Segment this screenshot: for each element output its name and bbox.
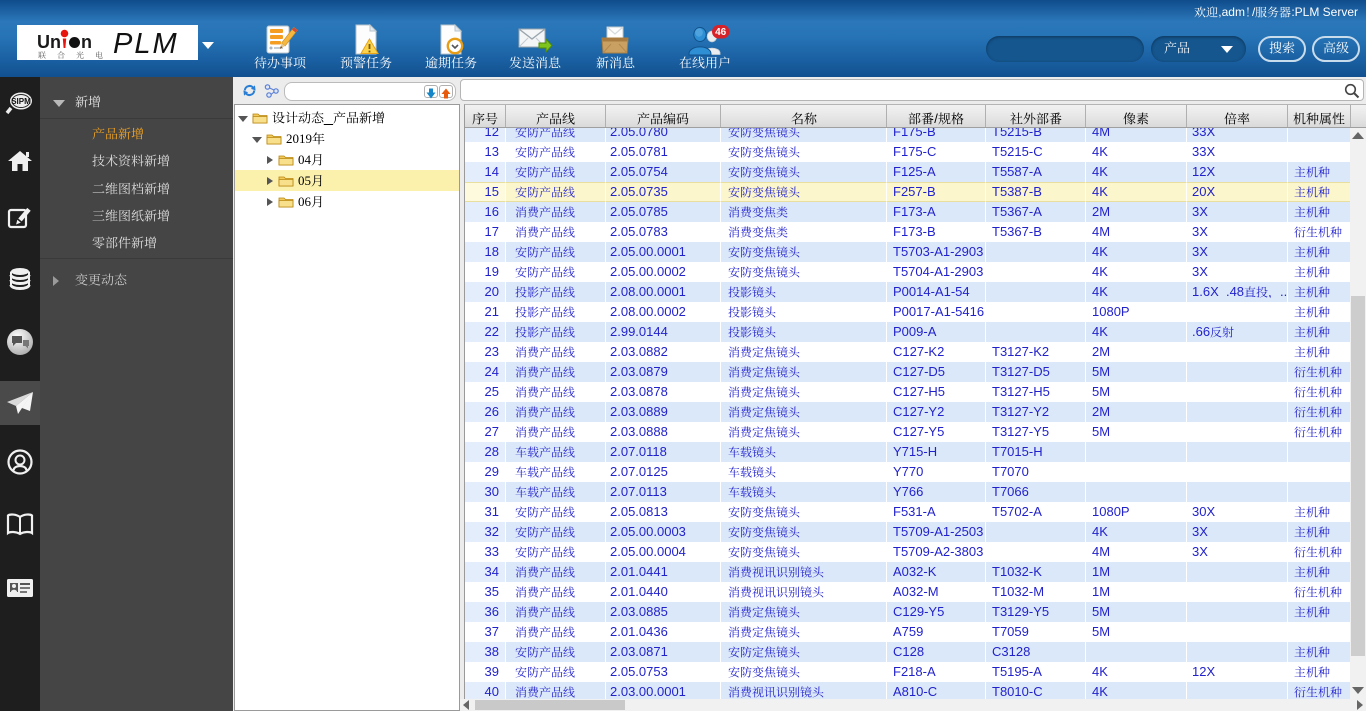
svg-text:SIPM: SIPM [11, 97, 31, 106]
svg-text:n: n [81, 32, 92, 52]
svg-text:46: 46 [715, 27, 727, 38]
svg-text:Un: Un [37, 32, 61, 52]
